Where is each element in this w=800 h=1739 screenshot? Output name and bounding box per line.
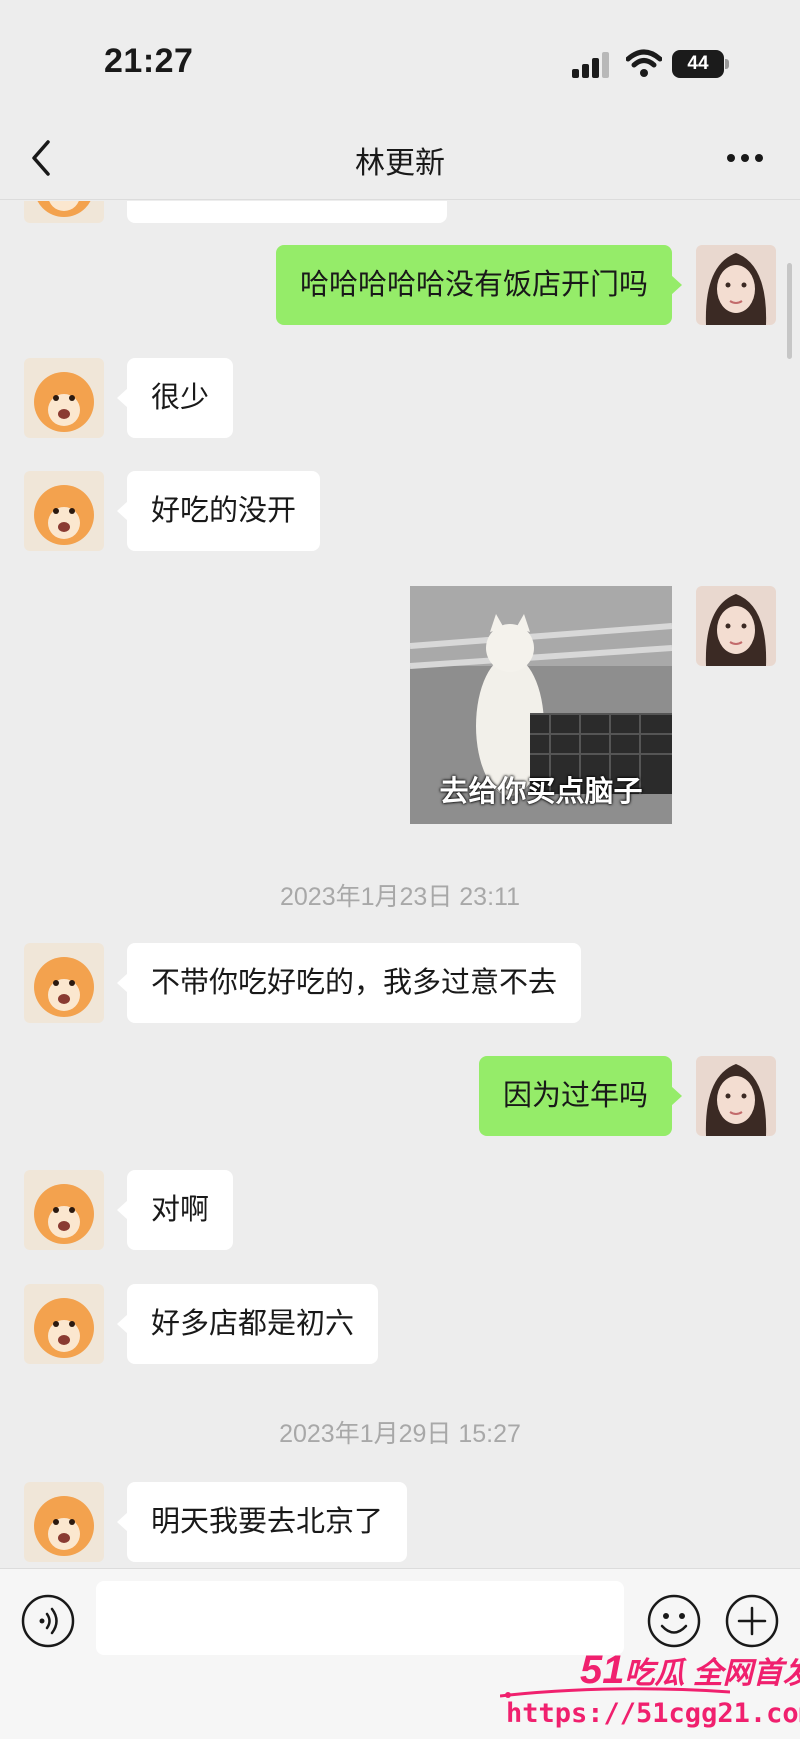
- voice-input-icon[interactable]: [20, 1593, 76, 1649]
- message-timestamp: 2023年1月23日 23:11: [280, 883, 520, 911]
- battery-level: 44: [672, 50, 724, 78]
- my-avatar[interactable]: [696, 1056, 776, 1136]
- contact-avatar[interactable]: [24, 1170, 104, 1250]
- plus-icon[interactable]: [724, 1593, 780, 1649]
- message-timestamp: 2023年1月29日 15:27: [279, 1420, 521, 1448]
- incoming-message-bubble[interactable]: 很少: [116, 358, 234, 438]
- chat-area[interactable]: 哈哈哈哈哈没有饭店开门吗 很少 好吃的没开 去给你买点脑子 2023年1月23日…: [0, 201, 800, 1568]
- emoji-icon[interactable]: [646, 1593, 702, 1649]
- scrollbar[interactable]: [787, 263, 792, 359]
- incoming-message-bubble[interactable]: 明天我要去北京了: [116, 1482, 408, 1562]
- outgoing-message-bubble[interactable]: 哈哈哈哈哈没有饭店开门吗: [275, 245, 683, 325]
- watermark: 51吃瓜 全网首发 https://51cgg21.com: [500, 1648, 800, 1739]
- my-avatar[interactable]: [696, 586, 776, 666]
- contact-avatar[interactable]: [24, 943, 104, 1023]
- incoming-message-bubble[interactable]: 好吃的没开: [116, 471, 321, 551]
- contact-avatar[interactable]: [24, 358, 104, 438]
- incoming-message-bubble[interactable]: 好多店都是初六: [116, 1284, 379, 1364]
- partial-incoming-bubble[interactable]: [127, 201, 447, 223]
- my-avatar[interactable]: [696, 245, 776, 325]
- incoming-message-bubble[interactable]: 对啊: [116, 1170, 234, 1250]
- cellular-signal-icon: [572, 52, 609, 78]
- more-options-icon[interactable]: [726, 150, 764, 166]
- nav-bar: 林更新: [0, 120, 800, 200]
- status-time: 21:27: [104, 42, 194, 80]
- chat-title: 林更新: [355, 147, 445, 180]
- wifi-icon: [626, 49, 662, 77]
- outgoing-message-bubble[interactable]: 因为过年吗: [478, 1056, 683, 1136]
- sticker-image[interactable]: 去给你买点脑子: [410, 586, 672, 824]
- sticker-caption: 去给你买点脑子: [439, 776, 643, 808]
- incoming-message-bubble[interactable]: 不带你吃好吃的，我多过意不去: [116, 943, 582, 1023]
- contact-avatar[interactable]: [24, 1482, 104, 1562]
- contact-avatar[interactable]: [24, 201, 104, 223]
- message-input[interactable]: [96, 1581, 624, 1655]
- status-bar: 21:27 44: [0, 0, 800, 120]
- contact-avatar[interactable]: [24, 471, 104, 551]
- battery-icon: 44: [672, 50, 730, 78]
- contact-avatar[interactable]: [24, 1284, 104, 1364]
- watermark-url: https://51cgg21.com: [506, 1698, 800, 1729]
